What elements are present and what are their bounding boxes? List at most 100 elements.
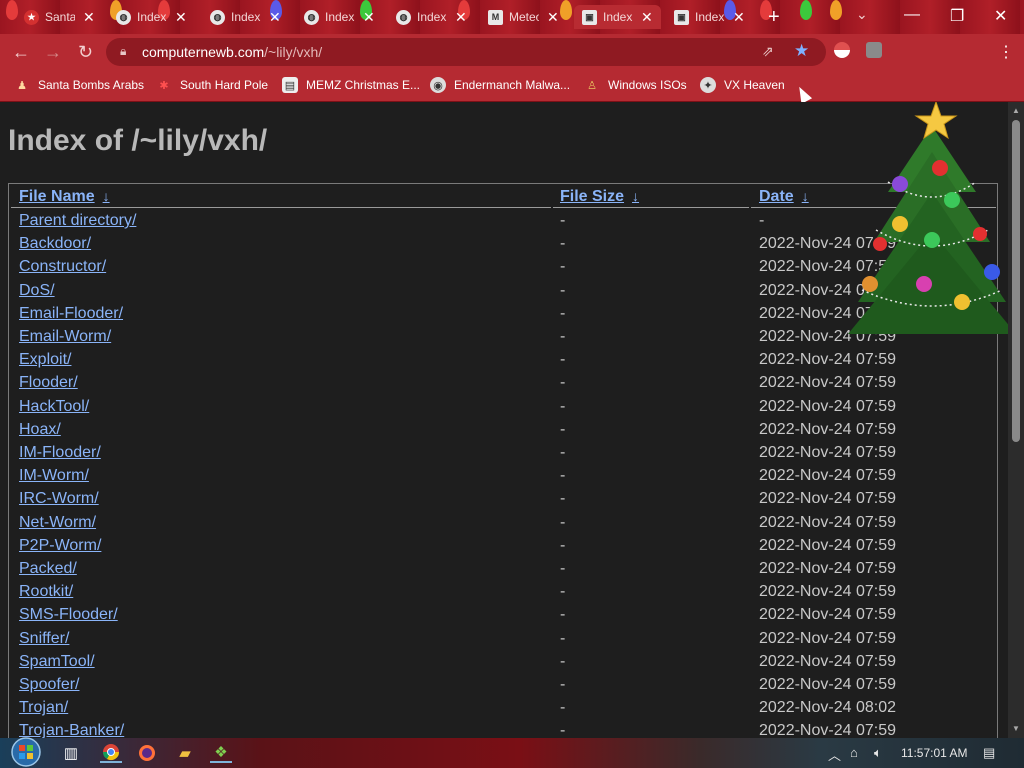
file-size: - [560, 304, 566, 322]
table-row: Trojan-Banker/-2022-Nov-24 07:59 [0, 722, 1000, 738]
file-size: - [560, 606, 566, 624]
file-link[interactable]: IRC-Worm/ [19, 490, 99, 508]
close-icon[interactable]: ✕ [363, 9, 375, 26]
task-view-icon[interactable]: ▥ [60, 743, 82, 763]
tray-chevron-icon[interactable]: ︿ [828, 745, 841, 764]
file-size: - [560, 351, 566, 369]
file-link[interactable]: Email-Worm/ [19, 328, 111, 346]
file-link[interactable]: SMS-Flooder/ [19, 606, 118, 624]
table-row: Trojan/ - 2022-Nov-24 08:02 [0, 699, 1000, 722]
file-date: 2022-Nov-24 07:59 [759, 676, 896, 693]
file-link[interactable]: IM-Flooder/ [19, 444, 101, 462]
file-size: - [560, 699, 566, 717]
reload-icon[interactable]: ↻ [78, 42, 93, 63]
file-link[interactable]: DoS/ [19, 282, 55, 300]
app-icon[interactable]: ❖ [210, 743, 232, 763]
tab-index[interactable]: ◍ Index ✕ [304, 5, 375, 29]
notifications-icon[interactable]: ▤ [983, 745, 995, 761]
menu-icon[interactable]: ⋮ [998, 42, 1014, 62]
firefox-icon[interactable] [136, 743, 158, 763]
start-orb-icon[interactable] [8, 736, 44, 768]
close-icon[interactable]: ✕ [733, 9, 745, 26]
globe-icon: ◍ [116, 9, 131, 25]
network-icon[interactable]: ⌂ [850, 745, 858, 760]
table-row: Rootkit/ - 2022-Nov-24 07:59 [0, 583, 1000, 606]
file-link[interactable]: P2P-Worm/ [19, 537, 101, 555]
file-link[interactable]: Hoax/ [19, 421, 61, 439]
restore-icon[interactable]: ❐ [950, 6, 964, 26]
close-window-icon[interactable]: ✕ [994, 6, 1007, 26]
page-icon: ▣ [582, 9, 597, 25]
close-icon[interactable]: ✕ [175, 9, 187, 26]
scrollbar-thumb[interactable] [1012, 120, 1020, 442]
tab-santa[interactable]: ★ Santa ✕ [24, 5, 95, 29]
tab-index[interactable]: ◍ Index ✕ [396, 5, 467, 29]
file-link[interactable]: Spoofer/ [19, 676, 79, 694]
bookmark-item[interactable]: ✦ VX Heaven [700, 77, 785, 93]
bookmark-item[interactable]: ♟ Santa Bombs Arabs [14, 77, 144, 93]
file-link[interactable]: Exploit/ [19, 351, 71, 369]
close-icon[interactable]: ✕ [641, 9, 653, 26]
file-link[interactable]: Backdoor/ [19, 235, 91, 253]
close-icon[interactable]: ✕ [83, 9, 95, 26]
clock[interactable]: 11:57:01 AM [901, 746, 968, 760]
file-size: - [560, 420, 566, 438]
file-link[interactable]: IM-Worm/ [19, 467, 89, 485]
file-date: 2022-Nov-24 07:59 [759, 629, 896, 647]
address-bar[interactable]: 🔒︎ computernewb.com/~lily/vxh/ ⇗ ★ [106, 38, 826, 66]
file-link[interactable]: Net-Worm/ [19, 514, 96, 532]
file-link[interactable]: HackTool/ [19, 398, 89, 416]
forward-icon[interactable]: → [44, 42, 62, 63]
column-header-date[interactable]: Date ↓ [759, 188, 809, 206]
tab-index[interactable]: ▣ Index ✕ [674, 5, 745, 29]
bookmark-star-icon[interactable]: ★ [794, 41, 809, 61]
file-link[interactable]: Flooder/ [19, 374, 78, 392]
file-link[interactable]: Rootkit/ [19, 583, 73, 601]
file-link[interactable]: Sniffer/ [19, 630, 69, 648]
back-icon[interactable]: ← [12, 42, 30, 63]
taskbar: ▥ ▰ ❖ ︿ ⌂ 🔈︎ 11:57:01 AM ▤ [0, 736, 1024, 768]
url-path: /~lily/vxh/ [264, 44, 323, 60]
globe-icon: ◍ [396, 9, 411, 25]
bookmark-item[interactable]: ▤ MEMZ Christmas E... [282, 77, 420, 93]
chrome-icon[interactable] [100, 743, 122, 763]
new-tab-button[interactable]: + [768, 6, 780, 29]
minimize-icon[interactable]: — [904, 6, 920, 24]
bookmark-item[interactable]: ♙ Windows ISOs [584, 77, 687, 93]
bookmark-item[interactable]: ✱ South Hard Pole [156, 77, 268, 93]
tab-index[interactable]: ◍ Index ✕ [116, 5, 187, 29]
scrollbar[interactable]: ▲ ▼ [1008, 102, 1024, 738]
file-link[interactable]: Parent directory/ [19, 212, 136, 230]
close-icon[interactable]: ✕ [455, 9, 467, 26]
scroll-down-icon[interactable]: ▼ [1012, 724, 1020, 733]
file-size: - [560, 235, 566, 253]
file-link[interactable]: Email-Flooder/ [19, 305, 123, 323]
tab-search-icon[interactable]: ⌄ [856, 6, 868, 23]
close-icon[interactable]: ✕ [269, 9, 281, 26]
file-link[interactable]: Packed/ [19, 560, 77, 578]
file-size: - [560, 536, 566, 554]
scroll-up-icon[interactable]: ▲ [1012, 106, 1020, 115]
bookmark-item[interactable]: ◉ Endermanch Malwa... [430, 77, 570, 93]
tab-index-active[interactable]: ▣ Index ✕ [574, 5, 661, 29]
file-link[interactable]: Constructor/ [19, 258, 106, 276]
file-date: 2022-Nov-24 07:59 [759, 490, 896, 508]
address-url[interactable]: computernewb.com/~lily/vxh/ [142, 44, 322, 60]
table-row: IM-Worm/ - 2022-Nov-24 07:59 [0, 467, 1000, 490]
file-size: - [560, 583, 566, 601]
file-link[interactable]: Trojan/ [19, 699, 68, 717]
tab-index[interactable]: ◍ Index ✕ [210, 5, 281, 29]
extension-icon[interactable] [866, 42, 882, 58]
column-header-file-name[interactable]: File Name ↓ [19, 188, 110, 206]
folder-icon[interactable]: ▰ [174, 743, 196, 763]
table-row: SMS-Flooder/ - 2022-Nov-24 07:59 [0, 606, 1000, 629]
column-header-file-size[interactable]: File Size ↓ [560, 188, 639, 206]
light-bulb-decoration [830, 0, 842, 20]
extension-icon[interactable] [834, 42, 850, 58]
lock-icon[interactable]: 🔒︎ [120, 44, 126, 59]
volume-icon[interactable]: 🔈︎ [874, 745, 882, 761]
tab-meteor[interactable]: M Meteor ✕ [488, 5, 559, 29]
file-link[interactable]: SpamTool/ [19, 653, 95, 671]
share-icon[interactable]: ⇗ [762, 43, 774, 60]
close-icon[interactable]: ✕ [547, 9, 559, 26]
